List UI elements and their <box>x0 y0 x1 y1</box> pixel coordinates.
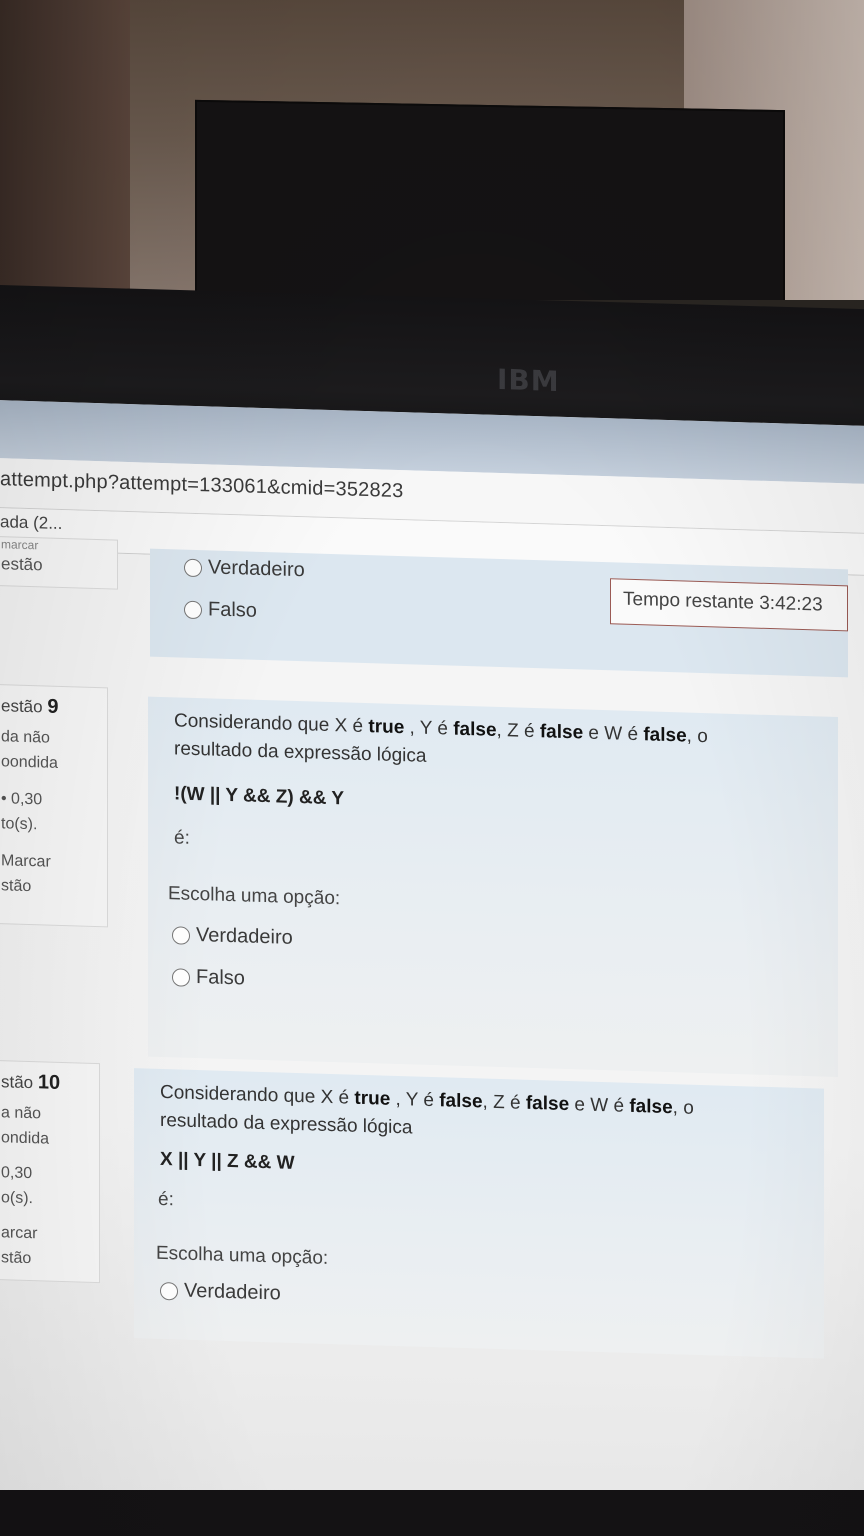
radio-button[interactable] <box>172 925 190 945</box>
option-label: Verdadeiro <box>184 1279 281 1305</box>
option-label: Verdadeiro <box>208 556 305 582</box>
url-text[interactable]: attempt.php?attempt=133061&cmid=352823 <box>0 468 403 503</box>
question-grade: 0,30 o(s). <box>1 1164 33 1208</box>
question-10-panel: Considerando que X é true , Y é false, Z… <box>134 1068 824 1359</box>
question-number: estão 9 <box>1 695 59 718</box>
question-status: da não oondida <box>1 728 58 772</box>
radio-button[interactable] <box>184 558 202 577</box>
monitor-brand-logo: IBM <box>497 362 560 399</box>
wall-left <box>0 0 130 300</box>
choose-option-label: Escolha uma opção: <box>168 883 341 910</box>
browser-screen: attempt.php?attempt=133061&cmid=352823 a… <box>0 400 864 1522</box>
radio-button[interactable] <box>184 600 202 619</box>
question-number: stão 10 <box>1 1071 61 1094</box>
quiz-page: marcar estão Verdadeiro Falso Tempo rest… <box>0 536 864 1522</box>
flag-question-link[interactable]: Marcar stão <box>1 848 107 901</box>
prev-flag-line-2[interactable]: estão <box>1 551 117 579</box>
prev-option-falso[interactable]: Falso <box>184 598 257 623</box>
tab-title[interactable]: ada (2... <box>0 512 62 534</box>
question-9-panel: Considerando que X é true , Y é false, Z… <box>148 696 838 1078</box>
flag-question-link[interactable]: arcar stão <box>1 1220 99 1273</box>
question-10-info: stão 10 a não ondida 0,30 o(s). arcar st… <box>0 1060 100 1284</box>
question-10-text: Considerando que X é true , Y é false, Z… <box>160 1081 694 1139</box>
background-monitor <box>195 99 785 300</box>
time-remaining-box: Tempo restante 3:42:23 <box>610 578 848 632</box>
room-background <box>0 0 864 300</box>
prev-question-info: marcar estão <box>0 536 118 590</box>
prev-option-verdadeiro[interactable]: Verdadeiro <box>184 556 305 583</box>
question-9-expression: !(W || Y && Z) && Y <box>174 783 345 810</box>
question-9-is-label: é: <box>174 827 190 849</box>
question-status: a não ondida <box>1 1104 50 1148</box>
question-9-text: Considerando que X é true , Y é false, Z… <box>174 710 708 767</box>
question-9-info: estão 9 da não oondida • 0,30 to(s). Mar… <box>0 684 108 928</box>
option-label: Falso <box>196 965 245 990</box>
q9-option-falso[interactable]: Falso <box>172 965 245 990</box>
choose-option-label: Escolha uma opção: <box>156 1242 329 1269</box>
monitor-bezel-bottom <box>0 1490 864 1536</box>
question-grade: • 0,30 to(s). <box>1 790 43 834</box>
option-label: Falso <box>208 598 257 622</box>
question-10-is-label: é: <box>158 1188 174 1211</box>
radio-button[interactable] <box>172 967 190 987</box>
option-label: Verdadeiro <box>196 923 293 949</box>
q9-option-verdadeiro[interactable]: Verdadeiro <box>172 923 293 950</box>
radio-button[interactable] <box>160 1281 178 1300</box>
question-10-expression: X || Y || Z && W <box>160 1148 295 1174</box>
q10-option-verdadeiro[interactable]: Verdadeiro <box>160 1279 281 1306</box>
